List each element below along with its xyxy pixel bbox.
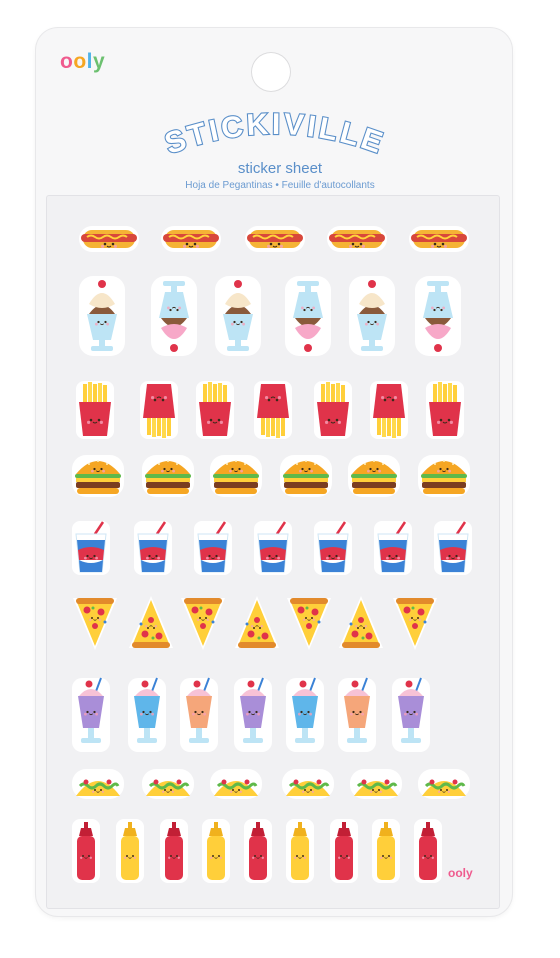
soda-sticker xyxy=(71,520,111,576)
condiment-sticker xyxy=(159,818,189,884)
burger-sticker xyxy=(141,454,195,498)
taco-sticker xyxy=(349,768,403,800)
condiment-sticker xyxy=(201,818,231,884)
condiment-sticker xyxy=(371,818,401,884)
taco-sticker xyxy=(141,768,195,800)
burger-sticker xyxy=(71,454,125,498)
pizza-sticker xyxy=(391,594,439,652)
ooly-small-logo: ooly xyxy=(448,866,473,880)
taco-sticker xyxy=(209,768,263,800)
fries-sticker xyxy=(369,380,409,440)
hotdog-sticker xyxy=(325,222,389,256)
taco-sticker xyxy=(281,768,335,800)
milkshake-sticker xyxy=(127,674,167,754)
svg-text:STICKIVILLE: STICKIVILLE xyxy=(161,108,389,161)
sundae-sticker xyxy=(213,274,263,358)
milkshake-sticker xyxy=(337,674,377,754)
milkshake-sticker xyxy=(179,674,219,754)
soda-sticker xyxy=(133,520,173,576)
sundae-sticker xyxy=(77,274,127,358)
taco-sticker xyxy=(417,768,471,800)
milkshake-sticker xyxy=(71,674,111,754)
fries-sticker xyxy=(75,380,115,440)
burger-sticker xyxy=(417,454,471,498)
fries-sticker xyxy=(313,380,353,440)
pizza-sticker xyxy=(71,594,119,652)
soda-sticker xyxy=(313,520,353,576)
row-sodas xyxy=(47,516,499,596)
sundae-sticker xyxy=(283,274,333,358)
ooly-logo: ooly xyxy=(60,50,106,73)
row-pizzas xyxy=(47,590,499,670)
hotdog-sticker xyxy=(407,222,471,256)
condiment-sticker xyxy=(243,818,273,884)
burger-sticker xyxy=(209,454,263,498)
row-milkshakes xyxy=(47,670,499,752)
milkshake-sticker xyxy=(391,674,431,754)
fries-sticker xyxy=(195,380,235,440)
row-fries xyxy=(47,374,499,454)
sundae-sticker xyxy=(413,274,463,358)
row-sundaes xyxy=(47,270,499,356)
burger-sticker xyxy=(279,454,333,498)
hotdog-sticker xyxy=(77,222,141,256)
condiment-sticker xyxy=(285,818,315,884)
fries-sticker xyxy=(253,380,293,440)
condiment-sticker xyxy=(71,818,101,884)
burger-sticker xyxy=(347,454,401,498)
sundae-sticker xyxy=(347,274,397,358)
pizza-sticker xyxy=(179,594,227,652)
milkshake-sticker xyxy=(233,674,273,754)
pizza-sticker xyxy=(285,594,333,652)
subtitle: sticker sheet xyxy=(237,160,323,177)
hang-hole xyxy=(251,52,291,92)
pizza-sticker xyxy=(233,594,281,652)
condiment-sticker xyxy=(115,818,145,884)
fries-sticker xyxy=(139,380,179,440)
sundae-sticker xyxy=(149,274,199,358)
row-condiments xyxy=(47,814,499,894)
soda-sticker xyxy=(373,520,413,576)
fries-sticker xyxy=(425,380,465,440)
soda-sticker xyxy=(433,520,473,576)
tagline: Hoja de Pegantinas • Feuille d'autocolla… xyxy=(185,180,375,191)
pizza-sticker xyxy=(337,594,385,652)
pizza-sticker xyxy=(127,594,175,652)
condiment-sticker xyxy=(413,818,443,884)
sticker-sheet xyxy=(47,196,499,908)
hotdog-sticker xyxy=(159,222,223,256)
soda-sticker xyxy=(253,520,293,576)
hotdog-sticker xyxy=(243,222,307,256)
milkshake-sticker xyxy=(285,674,325,754)
soda-sticker xyxy=(193,520,233,576)
condiment-sticker xyxy=(329,818,359,884)
taco-sticker xyxy=(71,768,125,800)
